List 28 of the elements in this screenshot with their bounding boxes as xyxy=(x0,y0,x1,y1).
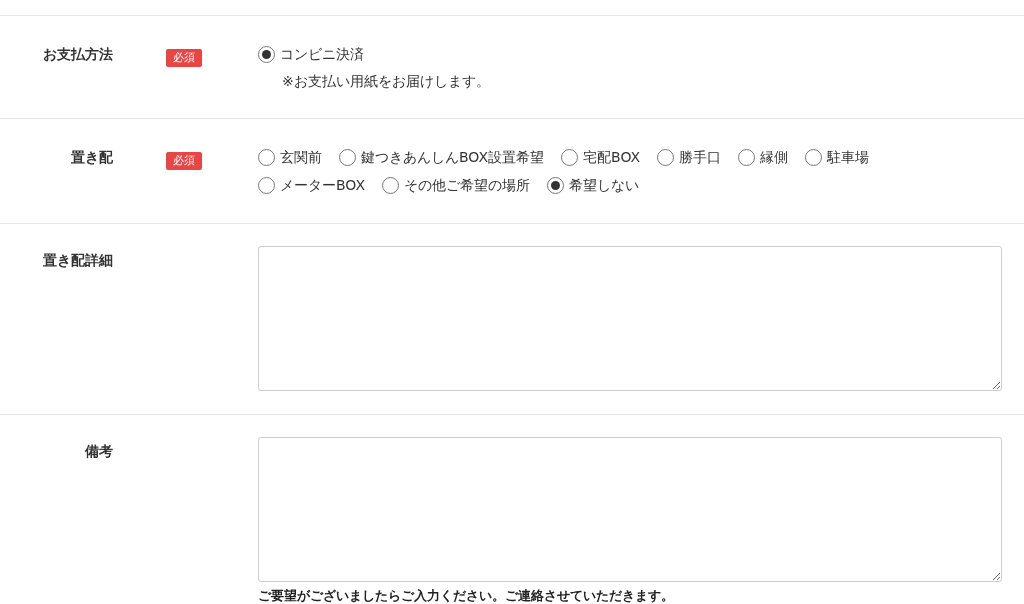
radio-button[interactable] xyxy=(805,148,823,166)
radio-option[interactable]: その他ご希望の場所 xyxy=(382,171,531,199)
radio-option[interactable]: 玄関前 xyxy=(258,143,322,171)
note-text: ※お支払い用紙をお届けします。 xyxy=(281,72,491,91)
radio-button[interactable] xyxy=(738,148,756,166)
radio-button[interactable] xyxy=(258,45,275,63)
radio-button[interactable] xyxy=(547,176,565,194)
field-label: 置き配詳細 xyxy=(43,252,113,268)
radio-button[interactable] xyxy=(561,148,579,166)
field-label: お支払方法 xyxy=(43,46,113,62)
radio-option[interactable]: コンビニ決済 xyxy=(258,40,364,68)
radio-button[interactable] xyxy=(339,148,356,166)
help-text: ご要望がございましたらご入力ください。ご連絡させていただきます。 xyxy=(258,587,675,604)
radio-button[interactable] xyxy=(258,148,275,166)
radio-option[interactable]: 勝手口 xyxy=(657,143,722,171)
radio-option[interactable]: 宅配BOX xyxy=(561,143,641,171)
radio-option[interactable]: 希望しない xyxy=(547,171,640,199)
radio-button[interactable] xyxy=(657,148,675,166)
radio-button[interactable] xyxy=(258,176,275,194)
radio-option[interactable]: 駐車場 xyxy=(805,143,870,171)
field-label: 置き配 xyxy=(71,149,113,165)
required-badge: 必須 xyxy=(166,152,202,170)
field-label: 備考 xyxy=(85,443,113,459)
radio-option[interactable]: メーターBOX xyxy=(258,171,366,199)
radio-option[interactable]: 縁側 xyxy=(738,143,789,171)
radio-button[interactable] xyxy=(382,176,400,194)
required-badge: 必須 xyxy=(166,49,202,67)
radio-option[interactable]: 鍵つきあんしんBOX設置希望 xyxy=(339,143,545,171)
